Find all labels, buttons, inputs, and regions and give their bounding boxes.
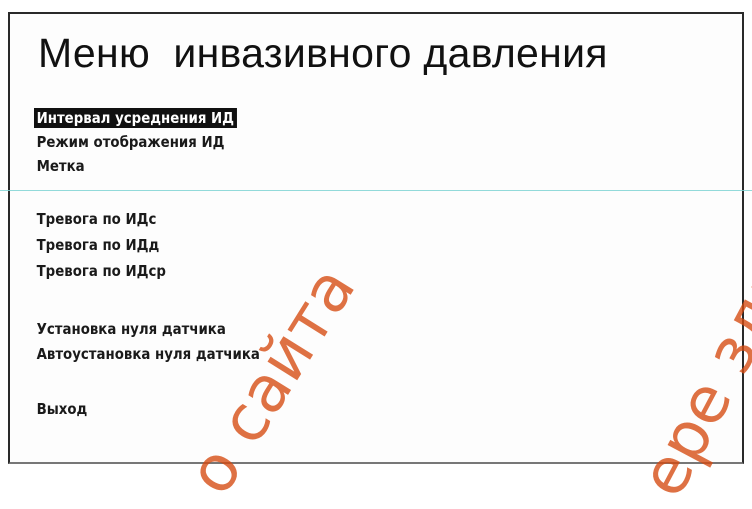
menu-item-display-mode[interactable]: Режим отображения ИД [34,132,227,152]
menu-item-alarm-systolic[interactable]: Тревога по ИДс [34,209,159,229]
menu-item-label[interactable]: Метка [34,156,87,176]
scan-artifact-line [0,190,752,191]
monitor-screen: Меню инвазивного давления Интервал усред… [8,12,744,464]
menu-item-alarm-diastolic[interactable]: Тревога по ИДд [34,235,162,255]
menu-item-alarm-mean[interactable]: Тревога по ИДср [34,261,169,281]
menu-item-sensor-zero[interactable]: Установка нуля датчика [34,319,228,339]
menu-item-auto-sensor-zero[interactable]: Автоустановка нуля датчика [34,344,262,364]
menu-item-averaging-interval[interactable]: Интервал усреднения ИД [34,108,237,128]
menu-item-exit[interactable]: Выход [34,399,90,419]
menu-title: Меню инвазивного давления [38,30,608,76]
